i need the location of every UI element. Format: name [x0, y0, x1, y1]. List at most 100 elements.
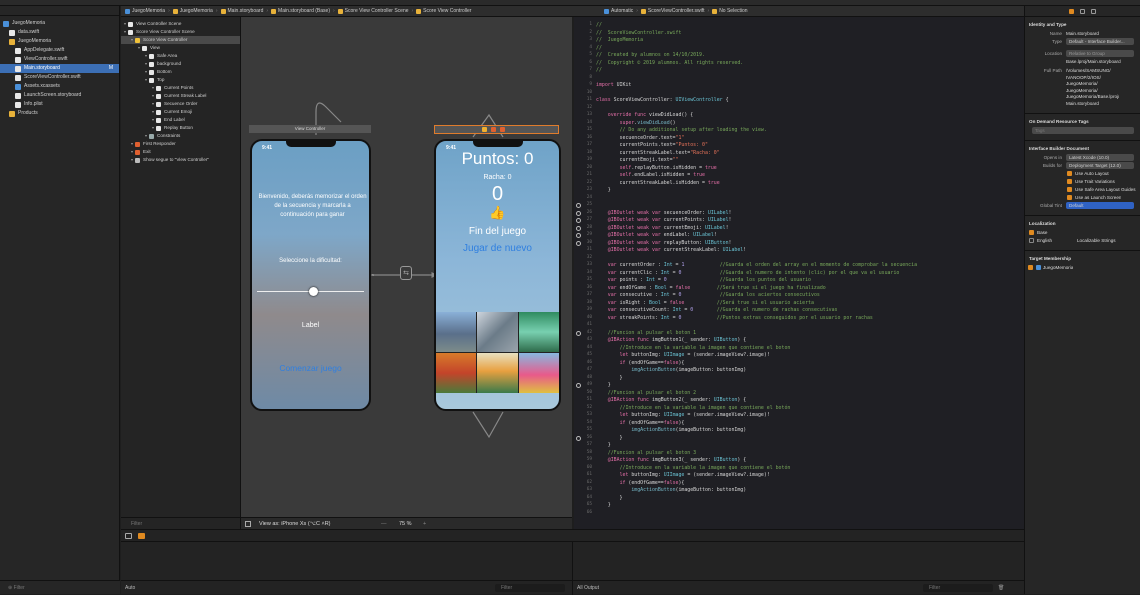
code-line[interactable]: super.viewDidLoad() — [596, 120, 676, 128]
code-line[interactable]: currentStreakLabel.isHidden = true — [596, 180, 720, 188]
disclosure-triangle-icon[interactable]: ▾ — [124, 20, 126, 28]
outline-item[interactable]: ▾ First Responder — [121, 140, 240, 148]
start-game-button[interactable]: Comenzar juego — [252, 363, 369, 373]
navigator-item[interactable]: data.swift — [0, 28, 119, 37]
navigator-item[interactable]: Products — [0, 109, 119, 118]
code-line[interactable]: imgActionButton(imageButton: buttonImg) — [596, 427, 746, 435]
outline-item[interactable]: ▾ Constraints — [121, 132, 240, 140]
code-line[interactable]: currentPoints.text="Puntos: 0" — [596, 142, 708, 150]
code-line[interactable]: @IBAction func imgButton3(_ sender: UIBu… — [596, 457, 746, 465]
code-line[interactable]: var consecutive : Int = 0 //Guarda los a… — [596, 292, 820, 300]
help-inspector-tab-icon[interactable] — [1080, 8, 1085, 14]
code-line[interactable]: // ScoreViewController.swift — [596, 30, 681, 38]
outlet-connection-icon[interactable] — [576, 435, 581, 441]
breadcrumb-item[interactable]: Automatic — [604, 6, 633, 16]
outline-item[interactable]: ▾ Top — [121, 76, 240, 84]
code-line[interactable]: @IBOutlet weak var currentStreakLabel: U… — [596, 247, 746, 255]
identity-inspector-tab-icon[interactable] — [1091, 8, 1096, 14]
outlet-connection-icon[interactable] — [576, 383, 581, 388]
outline-item[interactable]: ▾ Secuence Order — [121, 100, 240, 108]
disclosure-triangle-icon[interactable]: ▾ — [138, 44, 140, 52]
image-button-3[interactable] — [518, 312, 559, 352]
builds-for-popup[interactable]: Deployment Target (12.0) — [1066, 161, 1134, 169]
outline-item[interactable]: ▾ Safe Area — [121, 52, 240, 60]
outline-item[interactable]: ▾ Replay Button — [121, 124, 240, 132]
code-line[interactable]: var isRight : Bool = false //Será true s… — [596, 300, 814, 308]
disclosure-triangle-icon[interactable]: ▾ — [131, 156, 133, 164]
code-line[interactable]: var currentClic : Int = 0 //Guarda el nu… — [596, 270, 900, 278]
disclosure-triangle-icon[interactable]: ▾ — [152, 84, 154, 92]
segue-icon[interactable]: ⇆ — [400, 266, 412, 280]
code-line[interactable]: // JuegoMemoria — [596, 37, 643, 45]
navigator-tabs[interactable] — [0, 6, 119, 16]
outline-item[interactable]: ▾ Current Points — [121, 84, 240, 92]
outlet-connection-icon[interactable] — [576, 233, 581, 238]
code-line[interactable]: var points : Int = 0 //Guarda los puntos… — [596, 277, 811, 285]
view-controller-phone[interactable]: 9:41 Bienvenido, deberás memorizar el or… — [250, 139, 371, 411]
score-scene-title-bar[interactable] — [434, 125, 559, 134]
code-line[interactable]: imgActionButton(imageButton: buttonImg) — [596, 367, 746, 375]
image-button-1[interactable] — [436, 312, 477, 352]
code-line[interactable]: @IBAction func imgButton1(_ sender: UIBu… — [596, 337, 746, 345]
breadcrumb-item[interactable]: Score View Controller — [416, 6, 471, 16]
code-line[interactable]: } — [596, 382, 611, 390]
disclosure-triangle-icon[interactable]: ▾ — [152, 108, 154, 116]
code-line[interactable]: } — [596, 502, 611, 510]
checkbox-checked-icon[interactable] — [1067, 178, 1072, 184]
breadcrumb-item[interactable]: ScoreViewController.swift — [640, 6, 705, 16]
location-popup[interactable]: Relative to Group — [1066, 49, 1134, 57]
code-line[interactable]: imgActionButton(imageButton: buttonImg) — [596, 487, 746, 495]
disclosure-triangle-icon[interactable]: ▾ — [145, 76, 147, 84]
outline-item[interactable]: ▾ View Controller Scene — [121, 20, 240, 28]
outline-item[interactable]: ▾ Score View Controller — [121, 36, 240, 44]
code-line[interactable]: //Introduce en la variable la imagen que… — [596, 345, 791, 353]
navigator-item[interactable]: LaunchScreen.storyboard — [0, 91, 119, 100]
outlet-connection-icon[interactable] — [576, 225, 581, 231]
code-line[interactable]: let buttonImg: UIImage = (sender.imageVi… — [596, 352, 770, 360]
ib-option-row[interactable]: Use Safe Area Layout Guides — [1025, 185, 1140, 193]
breakpoints-toggle-icon[interactable] — [138, 533, 145, 539]
breadcrumb-item[interactable]: Score View Controller Scene — [337, 6, 409, 16]
code-line[interactable]: //Introduce en la variable la imagen que… — [596, 405, 791, 413]
outline-item[interactable]: ▾ View — [121, 44, 240, 52]
code-line[interactable]: var streakPoints: Int = 0 //Puntos extra… — [596, 315, 873, 323]
code-line[interactable]: } — [596, 435, 623, 443]
code-line[interactable]: @IBOutlet weak var currentEmoji: UILabel… — [596, 225, 729, 233]
disclosure-triangle-icon[interactable]: ▾ — [152, 116, 154, 124]
target-checkbox[interactable] — [1028, 264, 1033, 270]
ib-option-row[interactable]: Use as Launch Screen — [1025, 193, 1140, 201]
outline-filter-field[interactable]: Filter — [121, 517, 241, 529]
view-controller-scene-title[interactable]: View Controller — [249, 125, 371, 133]
hide-debug-area-icon[interactable] — [125, 533, 132, 539]
outline-item[interactable]: ▾ Exit — [121, 148, 240, 156]
breadcrumb-item[interactable]: No Selection — [712, 6, 748, 16]
navigator-item[interactable]: Info.plist — [0, 100, 119, 109]
code-line[interactable]: } — [596, 375, 623, 383]
outline-toggle-icon[interactable] — [245, 521, 251, 527]
disclosure-triangle-icon[interactable]: ▾ — [124, 28, 126, 36]
code-line[interactable]: // — [596, 22, 602, 30]
difficulty-slider-thumb[interactable] — [309, 287, 318, 296]
console-output-popup[interactable]: All Output — [577, 585, 599, 591]
checkbox-checked-icon[interactable] — [1067, 194, 1072, 200]
navigator-item[interactable]: ScoreViewController.swift — [0, 73, 119, 82]
code-line[interactable]: // Copyright © 2019 alumnos. All rights … — [596, 60, 743, 68]
code-line[interactable]: currentEmoji.text="" — [596, 157, 679, 165]
breadcrumb-item[interactable]: Main.storyboard — [220, 6, 263, 16]
code-line[interactable]: @IBOutlet weak var currentPoints: UILabe… — [596, 217, 732, 225]
code-line[interactable]: class ScoreViewController: UIViewControl… — [596, 97, 729, 105]
replay-button[interactable]: Jugar de nuevo — [436, 243, 559, 254]
code-editor[interactable]: 1 2 3 4 5 6 7 8 9 10 11 12 13 14 15 16 17 18 19 20 21 22 23 24 2… — [574, 17, 1024, 529]
code-line[interactable]: self.endLabel.isHidden = true — [596, 172, 705, 180]
localization-checkbox[interactable] — [1029, 237, 1034, 243]
navigator-item[interactable]: JuegoMemoria — [0, 37, 119, 46]
disclosure-triangle-icon[interactable]: ▾ — [131, 36, 133, 44]
code-line[interactable]: self.replayButton.isHidden = true — [596, 165, 717, 173]
disclosure-triangle-icon[interactable]: ▾ — [145, 52, 147, 60]
file-inspector-tab-icon[interactable] — [1069, 8, 1074, 14]
breadcrumb-item[interactable]: Main.storyboard (Base) — [271, 6, 330, 16]
code-line[interactable]: if (endOfGame==false){ — [596, 480, 685, 488]
code-line[interactable]: //Introduce en la variable la imagen que… — [596, 465, 791, 473]
code-line[interactable]: // Created by alumnos on 14/10/2019. — [596, 52, 705, 60]
code-line[interactable]: let buttonImg: UIImage = (sender.imageVi… — [596, 472, 770, 480]
